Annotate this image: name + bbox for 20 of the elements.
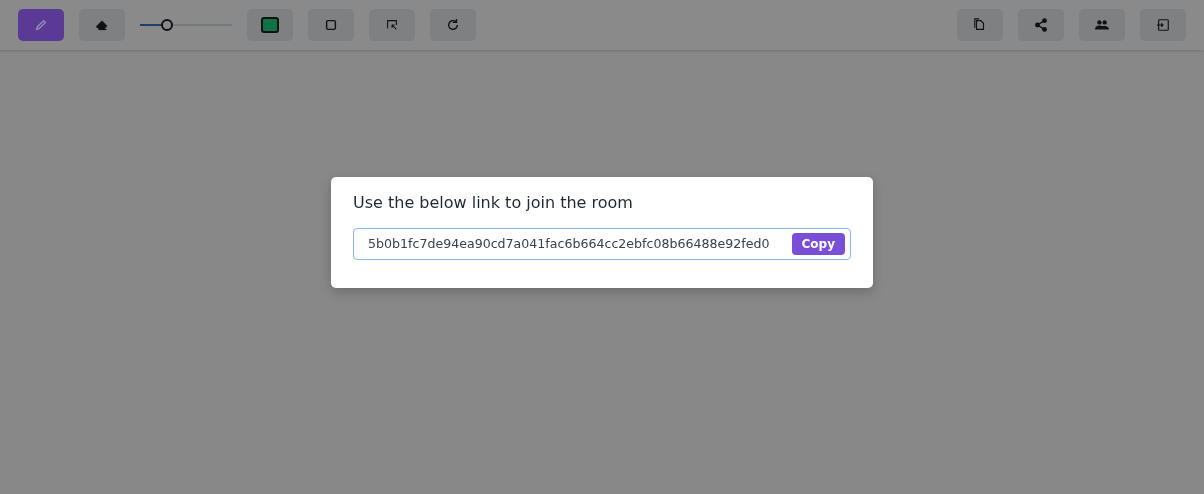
- pencil-icon: [34, 18, 48, 32]
- select-tool-button[interactable]: [369, 9, 415, 41]
- exit-button[interactable]: [1140, 9, 1186, 41]
- exit-icon: [1156, 18, 1170, 32]
- redo-icon: [446, 18, 460, 32]
- users-icon: [1095, 18, 1109, 32]
- dialog-title: Use the below link to join the room: [353, 192, 634, 212]
- copy-icon: [973, 18, 987, 32]
- users-button[interactable]: [1079, 9, 1125, 41]
- share-icon: [1034, 18, 1048, 32]
- copy-button[interactable]: [957, 9, 1003, 41]
- eraser-icon: [95, 18, 109, 32]
- redo-tool-button[interactable]: [430, 9, 476, 41]
- share-button[interactable]: [1018, 9, 1064, 41]
- eraser-tool-button[interactable]: [79, 9, 125, 41]
- square-icon: [324, 18, 338, 32]
- color-button[interactable]: [247, 9, 293, 41]
- pencil-tool-button[interactable]: [18, 9, 64, 41]
- rectangle-tool-button[interactable]: [308, 9, 354, 41]
- select-icon: [385, 18, 399, 32]
